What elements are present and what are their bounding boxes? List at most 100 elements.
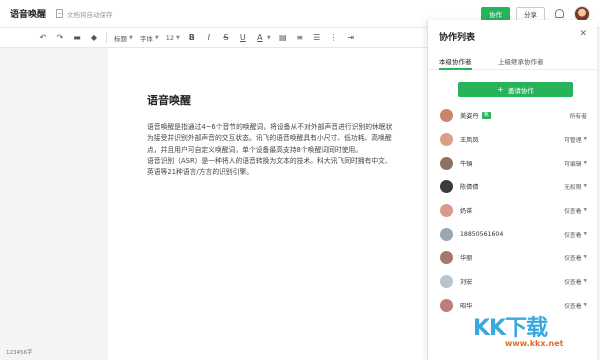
document-line: 英语等21种语言/方言的识别引擎。 <box>147 168 254 177</box>
member-name-cell: 王凤凤 <box>460 135 564 144</box>
permission-label: 仅查看 <box>564 303 582 310</box>
permission-label: 仅查看 <box>564 232 582 239</box>
watermark-logo: KK下载 www.kkx.net <box>473 310 563 348</box>
self-badge: 我 <box>481 112 491 120</box>
member-name: 陈倩倩 <box>460 184 479 192</box>
avatar <box>440 275 453 289</box>
member-name-cell: 18850561604 <box>460 231 564 238</box>
list-item[interactable]: 华丽 仅查看 ▼ <box>428 246 598 270</box>
member-name-cell: 奶茶 <box>460 206 564 215</box>
permission-dropdown[interactable]: 仅查看 ▼ <box>564 206 587 215</box>
document-line: 为接受并识别外部声音的交互状态。讯飞的语音唤醒具有小尺寸、低功耗、高唤醒 <box>147 134 392 143</box>
permission-dropdown: 所有者 <box>570 111 587 120</box>
bold-button[interactable]: B <box>187 33 197 42</box>
member-name: 王凤凤 <box>460 137 479 145</box>
list-item[interactable]: 美姿丹我所有者 <box>428 104 598 128</box>
heading-dropdown[interactable]: 标题 ▼ <box>114 33 133 43</box>
permission-dropdown[interactable]: 仅查看 ▼ <box>564 253 587 262</box>
italic-button[interactable]: I <box>204 33 214 42</box>
chevron-down-icon: ▼ <box>176 34 180 41</box>
watermark-url: www.kkx.net <box>505 339 564 348</box>
list-item[interactable]: 奶茶 仅查看 ▼ <box>428 199 598 223</box>
chevron-down-icon: ▼ <box>583 279 587 285</box>
align-icon[interactable]: ≡ <box>295 33 305 42</box>
avatar <box>440 251 453 265</box>
add-user-icon: + <box>497 85 504 94</box>
member-name: 华丽 <box>460 255 473 263</box>
chevron-down-icon: ▼ <box>583 137 587 143</box>
close-icon[interactable]: ✕ <box>579 29 587 39</box>
tab-inherited-collaborators[interactable]: 上级继承协作者 <box>498 56 544 66</box>
chevron-down-icon: ▼ <box>129 34 133 41</box>
toolbar-divider <box>106 32 107 43</box>
active-tab-indicator <box>439 68 472 70</box>
member-name: 美姿丹 <box>460 113 479 121</box>
watermark-text: KK下载 <box>473 316 548 341</box>
permission-dropdown[interactable]: 无权限 ▼ <box>564 182 587 191</box>
permission-label: 仅查看 <box>564 256 582 263</box>
avatar <box>440 109 453 123</box>
tab-direct-collaborators[interactable]: 本级协作者 <box>439 56 472 66</box>
strikethrough-button[interactable]: S <box>221 33 231 42</box>
member-name: 牛頓 <box>460 160 473 168</box>
member-name: 刘宏 <box>460 279 473 287</box>
redo-icon[interactable]: ↷ <box>55 33 65 42</box>
member-name-cell: 刘宏 <box>460 277 564 286</box>
indent-icon[interactable]: ⇥ <box>346 33 356 42</box>
avatar <box>440 133 453 147</box>
list-item[interactable]: 18850561604 仅查看 ▼ <box>428 222 598 246</box>
permission-dropdown[interactable]: 可编辑 ▼ <box>564 159 587 168</box>
member-name-cell: 昭华 <box>460 301 564 310</box>
eraser-icon[interactable]: ◆ <box>89 33 99 42</box>
panel-tabs: 本级协作者 上级继承协作者 <box>428 52 598 70</box>
avatar <box>440 227 453 241</box>
member-name-cell: 华丽 <box>460 253 564 262</box>
avatar <box>440 180 453 194</box>
collab-panel: 协作列表 ✕ 本级协作者 上级继承协作者 + 邀请协作 美姿丹我所有者 王凤凤 可管… <box>427 20 598 360</box>
permission-dropdown[interactable]: 仅查看 ▼ <box>564 277 587 286</box>
word-count: 123456字 <box>6 350 33 356</box>
document-title[interactable]: 语音唤醒 <box>10 7 46 20</box>
autosave-status: 文档将自动保存 <box>67 10 113 19</box>
avatar <box>440 204 453 218</box>
list-item[interactable]: 王凤凤 可管理 ▼ <box>428 128 598 152</box>
permission-dropdown[interactable]: 可管理 ▼ <box>564 135 587 144</box>
font-dropdown[interactable]: 字体 ▼ <box>140 33 159 43</box>
underline-button[interactable]: U <box>238 33 248 42</box>
text-color-dropdown[interactable]: A ▼ <box>255 33 271 42</box>
chevron-down-icon: ▼ <box>583 231 587 237</box>
share-button[interactable]: 分享 <box>516 6 545 21</box>
format-painter-icon[interactable]: ▬ <box>72 33 82 42</box>
member-name-cell: 牛頓 <box>460 159 564 168</box>
list-icon[interactable]: ☰ <box>312 33 322 42</box>
font-size-label: 12 <box>165 33 174 42</box>
chevron-down-icon: ▼ <box>154 34 159 41</box>
document-body[interactable]: 语音唤醒是指通过4~6个音节的唤醒词，将设备从不对外部声音进行识别的休眠状 为接… <box>147 122 429 178</box>
permission-label: 所有者 <box>569 114 587 121</box>
invite-label: 邀请协作 <box>507 86 534 95</box>
document-heading[interactable]: 语音唤醒 <box>147 92 191 108</box>
member-name-cell: 美姿丹我 <box>460 111 570 120</box>
numbered-list-icon[interactable]: ⋮ <box>329 33 339 42</box>
permission-label: 无权限 <box>564 185 582 192</box>
member-name: 昭华 <box>460 302 473 310</box>
avatar <box>440 156 453 170</box>
permission-dropdown[interactable]: 仅查看 ▼ <box>564 230 587 239</box>
permission-dropdown[interactable]: 仅查看 ▼ <box>564 301 587 310</box>
highlight-icon[interactable]: ▤ <box>278 33 288 42</box>
undo-icon[interactable]: ↶ <box>38 33 48 42</box>
member-list: 美姿丹我所有者 王凤凤 可管理 ▼ 牛頓 可编辑 ▼ 陈倩倩 无权限 ▼ 奶茶 仅查看 ▼ 1885056… <box>428 104 598 317</box>
collab-button[interactable]: 协作 <box>481 6 510 21</box>
list-item[interactable]: 陈倩倩 无权限 ▼ <box>428 175 598 199</box>
member-name: 奶茶 <box>460 208 473 216</box>
chevron-down-icon: ▼ <box>583 184 587 190</box>
list-item[interactable]: 牛頓 可编辑 ▼ <box>428 151 598 175</box>
permission-label: 可编辑 <box>564 161 582 168</box>
list-item[interactable]: 刘宏 仅查看 ▼ <box>428 270 598 294</box>
member-name: 18850561604 <box>460 230 504 238</box>
bell-icon[interactable] <box>555 9 564 18</box>
chevron-down-icon: ▼ <box>583 160 587 166</box>
font-size-dropdown[interactable]: 12 ▼ <box>166 34 180 42</box>
invite-button[interactable]: + 邀请协作 <box>458 82 573 97</box>
member-name-cell: 陈倩倩 <box>460 182 564 191</box>
